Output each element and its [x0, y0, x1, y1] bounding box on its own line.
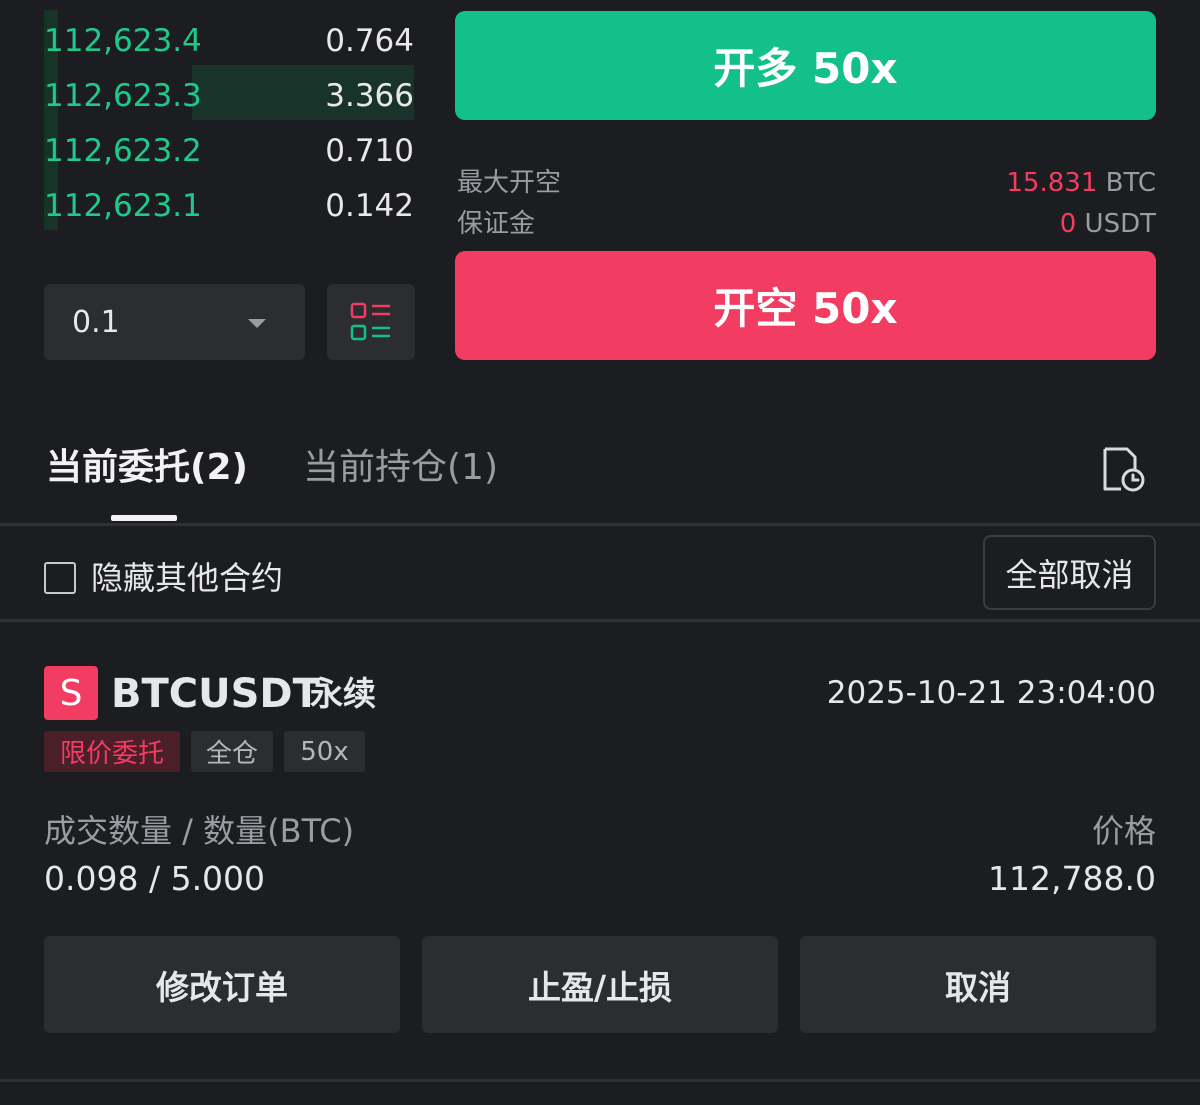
- max-short-amount: 15.831 BTC: [1006, 170, 1156, 196]
- margin-value: 0: [1059, 209, 1077, 239]
- price-step-value: 0.1: [72, 305, 120, 340]
- max-short-value: 15.831: [1006, 168, 1098, 198]
- bid-quantity: 0.710: [325, 133, 414, 169]
- open-short-button[interactable]: 开空 50x: [455, 251, 1156, 360]
- order-price-value: 112,788.0: [988, 859, 1156, 898]
- order-book-layout-button[interactable]: [327, 284, 415, 360]
- price-label: 价格: [1091, 812, 1156, 850]
- contract-type: 永续: [310, 674, 376, 713]
- bid-quantity: 0.142: [325, 188, 414, 224]
- leverage-tag: 50x: [284, 731, 365, 772]
- filled-quantity-label: 成交数量 / 数量(BTC): [44, 812, 355, 850]
- tabs-divider: [0, 523, 1200, 526]
- caret-down-icon: [248, 319, 266, 328]
- layout-list-icon: [350, 302, 390, 341]
- document-clock-icon: [1103, 447, 1145, 492]
- bid-quantity: 3.366: [325, 78, 414, 114]
- order-symbol[interactable]: BTCUSDT: [111, 674, 320, 714]
- order-type-tag: 限价委托: [44, 731, 180, 772]
- order-book-row[interactable]: 112,623.3 3.366: [44, 65, 414, 120]
- max-short-label: 最大开空: [457, 168, 562, 198]
- cancel-order-button[interactable]: 取消: [800, 936, 1156, 1033]
- filled-quantity-value: 0.098 / 5.000: [44, 859, 266, 898]
- bid-price: 112,623.3: [44, 78, 202, 114]
- price-step-select[interactable]: 0.1: [44, 284, 305, 360]
- margin-label: 保证金: [457, 209, 536, 239]
- cancel-all-button[interactable]: 全部取消: [983, 535, 1156, 610]
- bid-quantity: 0.764: [325, 23, 414, 59]
- tab-positions[interactable]: 当前持仓(1): [303, 450, 498, 486]
- hide-other-contracts-label[interactable]: 隐藏其他合约: [91, 562, 283, 594]
- order-history-button[interactable]: [1097, 443, 1149, 495]
- modify-order-button[interactable]: 修改订单: [44, 936, 400, 1033]
- open-long-button[interactable]: 开多 50x: [455, 11, 1156, 120]
- hide-other-contracts-checkbox[interactable]: [44, 562, 76, 594]
- tab-open-orders[interactable]: 当前委托(2): [46, 450, 248, 486]
- order-book-row[interactable]: 112,623.2 0.710: [44, 120, 414, 175]
- margin-unit: USDT: [1076, 209, 1156, 239]
- bid-price: 112,623.1: [44, 188, 202, 224]
- tp-sl-button[interactable]: 止盈/止损: [422, 936, 778, 1033]
- sell-side-badge: S: [44, 666, 98, 720]
- bid-price: 112,623.4: [44, 23, 202, 59]
- max-short-unit: BTC: [1097, 168, 1156, 198]
- bid-price: 112,623.2: [44, 133, 202, 169]
- order-book-row[interactable]: 112,623.4 0.764: [44, 10, 414, 65]
- margin-mode-tag: 全仓: [191, 731, 273, 772]
- active-tab-indicator: [111, 515, 177, 521]
- margin-amount: 0 USDT: [1060, 211, 1156, 237]
- filter-divider: [0, 619, 1200, 622]
- order-book-row[interactable]: 112,623.1 0.142: [44, 175, 414, 230]
- order-time: 2025-10-21 23:04:00: [826, 675, 1156, 711]
- card-divider: [0, 1079, 1200, 1082]
